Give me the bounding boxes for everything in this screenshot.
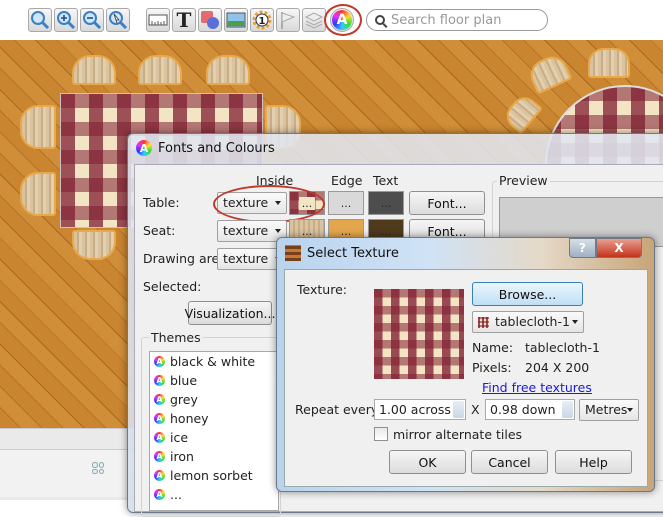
seat[interactable]	[206, 55, 250, 85]
fonts-colours-icon: A	[136, 140, 152, 156]
theme-icon: A	[154, 413, 165, 424]
toolbar: T 1 A Search floor plan	[0, 0, 663, 40]
select-texture-dialog: Select Texture ? X Texture: Browse... ta…	[276, 237, 655, 492]
theme-item[interactable]: Ablue	[150, 371, 278, 390]
theme-icon: A	[154, 432, 165, 443]
image-button[interactable]	[224, 8, 248, 32]
magnifier-icon	[31, 11, 50, 30]
seat[interactable]	[138, 55, 182, 85]
grid-view-icon[interactable]	[92, 462, 104, 474]
layers-button[interactable]	[302, 8, 326, 32]
mirror-checkbox[interactable]	[374, 427, 388, 441]
name-value: tablecloth-1	[525, 340, 600, 355]
x-separator: X	[471, 402, 480, 417]
layers-icon	[304, 12, 324, 29]
search-icon	[375, 15, 385, 25]
column-edge: Edge	[331, 173, 363, 188]
table-label: Table:	[143, 195, 180, 210]
preview-label: Preview	[497, 173, 550, 188]
tablecloth-icon	[478, 317, 489, 328]
help-button[interactable]: Help	[555, 450, 632, 474]
dialog-title-bar[interactable]: A Fonts and Colours	[136, 140, 275, 156]
table-number-icon: 1	[252, 10, 272, 30]
cancel-button[interactable]: Cancel	[471, 450, 548, 474]
pixels-value: 204 X 200	[525, 360, 590, 375]
zoom-out-button[interactable]	[80, 8, 104, 32]
zoom-out-icon	[83, 11, 102, 30]
text-icon: T	[176, 8, 192, 32]
theme-item[interactable]: Ablack & white	[150, 352, 278, 371]
zoom-pointer-icon	[109, 11, 128, 30]
repeat-every-label: Repeat every:	[295, 402, 382, 417]
pixels-label: Pixels:	[472, 360, 512, 375]
theme-item[interactable]: A...	[150, 485, 278, 504]
close-button[interactable]: X	[596, 238, 642, 258]
ruler-icon	[148, 14, 168, 26]
seat[interactable]	[588, 48, 630, 78]
theme-icon: A	[154, 356, 165, 367]
text-tool-button[interactable]: T	[172, 8, 196, 32]
seat[interactable]	[20, 172, 56, 216]
seat[interactable]	[20, 105, 56, 149]
theme-item[interactable]: Ahoney	[150, 409, 278, 428]
theme-icon: A	[154, 394, 165, 405]
ok-button[interactable]: OK	[389, 450, 466, 474]
zoom-select-button[interactable]	[106, 8, 130, 32]
table-font-button[interactable]: Font...	[409, 191, 485, 215]
seat[interactable]	[501, 91, 543, 135]
browse-button[interactable]: Browse...	[472, 282, 583, 306]
units-select[interactable]: Metres	[579, 399, 639, 421]
repeat-down-spinner[interactable]: 0.98 down	[485, 399, 575, 420]
texture-label: Texture:	[297, 282, 347, 297]
theme-item[interactable]: Airon	[150, 447, 278, 466]
shapes-button[interactable]	[198, 8, 222, 32]
svg-text:1: 1	[259, 16, 266, 27]
zoom-in-icon	[57, 11, 76, 30]
highlight-ring	[324, 4, 362, 36]
seat[interactable]	[525, 51, 573, 95]
table-text-button[interactable]: ...	[368, 191, 404, 215]
find-free-textures-link[interactable]: Find free textures	[482, 380, 592, 395]
column-text: Text	[373, 173, 399, 188]
seat[interactable]	[72, 55, 116, 85]
theme-icon: A	[154, 451, 165, 462]
mirror-label: mirror alternate tiles	[393, 427, 523, 442]
selected-label: Selected:	[143, 279, 202, 294]
seat[interactable]	[72, 230, 116, 260]
flag-button[interactable]	[276, 8, 300, 32]
name-label: Name:	[472, 340, 514, 355]
shapes-icon	[201, 11, 219, 29]
texture-select[interactable]: tablecloth-1	[472, 311, 584, 333]
theme-icon: A	[154, 489, 165, 500]
zoom-in-button[interactable]	[54, 8, 78, 32]
search-placeholder: Search floor plan	[391, 12, 502, 28]
dialog-title: Fonts and Colours	[158, 140, 275, 156]
search-input[interactable]: Search floor plan	[366, 9, 548, 31]
flag-icon	[281, 12, 296, 29]
theme-item[interactable]: Agrey	[150, 390, 278, 409]
theme-icon: A	[154, 375, 165, 386]
visualization-button[interactable]: Visualization...	[185, 301, 275, 325]
themes-label: Themes	[149, 330, 203, 345]
texture-preview	[374, 289, 464, 379]
image-icon	[226, 12, 246, 28]
wood-texture-icon	[285, 245, 301, 261]
theme-icon: A	[154, 470, 165, 481]
table-number-button[interactable]: 1	[250, 8, 274, 32]
theme-item[interactable]: Alemon sorbet	[150, 466, 278, 485]
themes-list[interactable]: Ablack & white Ablue Agrey Ahoney Aice A…	[149, 351, 279, 511]
zoom-fit-button[interactable]	[28, 8, 52, 32]
theme-item[interactable]: Aice	[150, 428, 278, 447]
help-title-button[interactable]: ?	[569, 238, 596, 258]
repeat-across-spinner[interactable]: 1.00 across	[374, 399, 466, 420]
dialog-title: Select Texture	[307, 245, 399, 261]
table-edge-button[interactable]: ...	[328, 191, 364, 215]
dialog-title-bar[interactable]: Select Texture	[285, 245, 399, 261]
ruler-button[interactable]	[146, 8, 170, 32]
highlight-oval	[213, 185, 325, 223]
seat-label: Seat:	[143, 223, 176, 238]
